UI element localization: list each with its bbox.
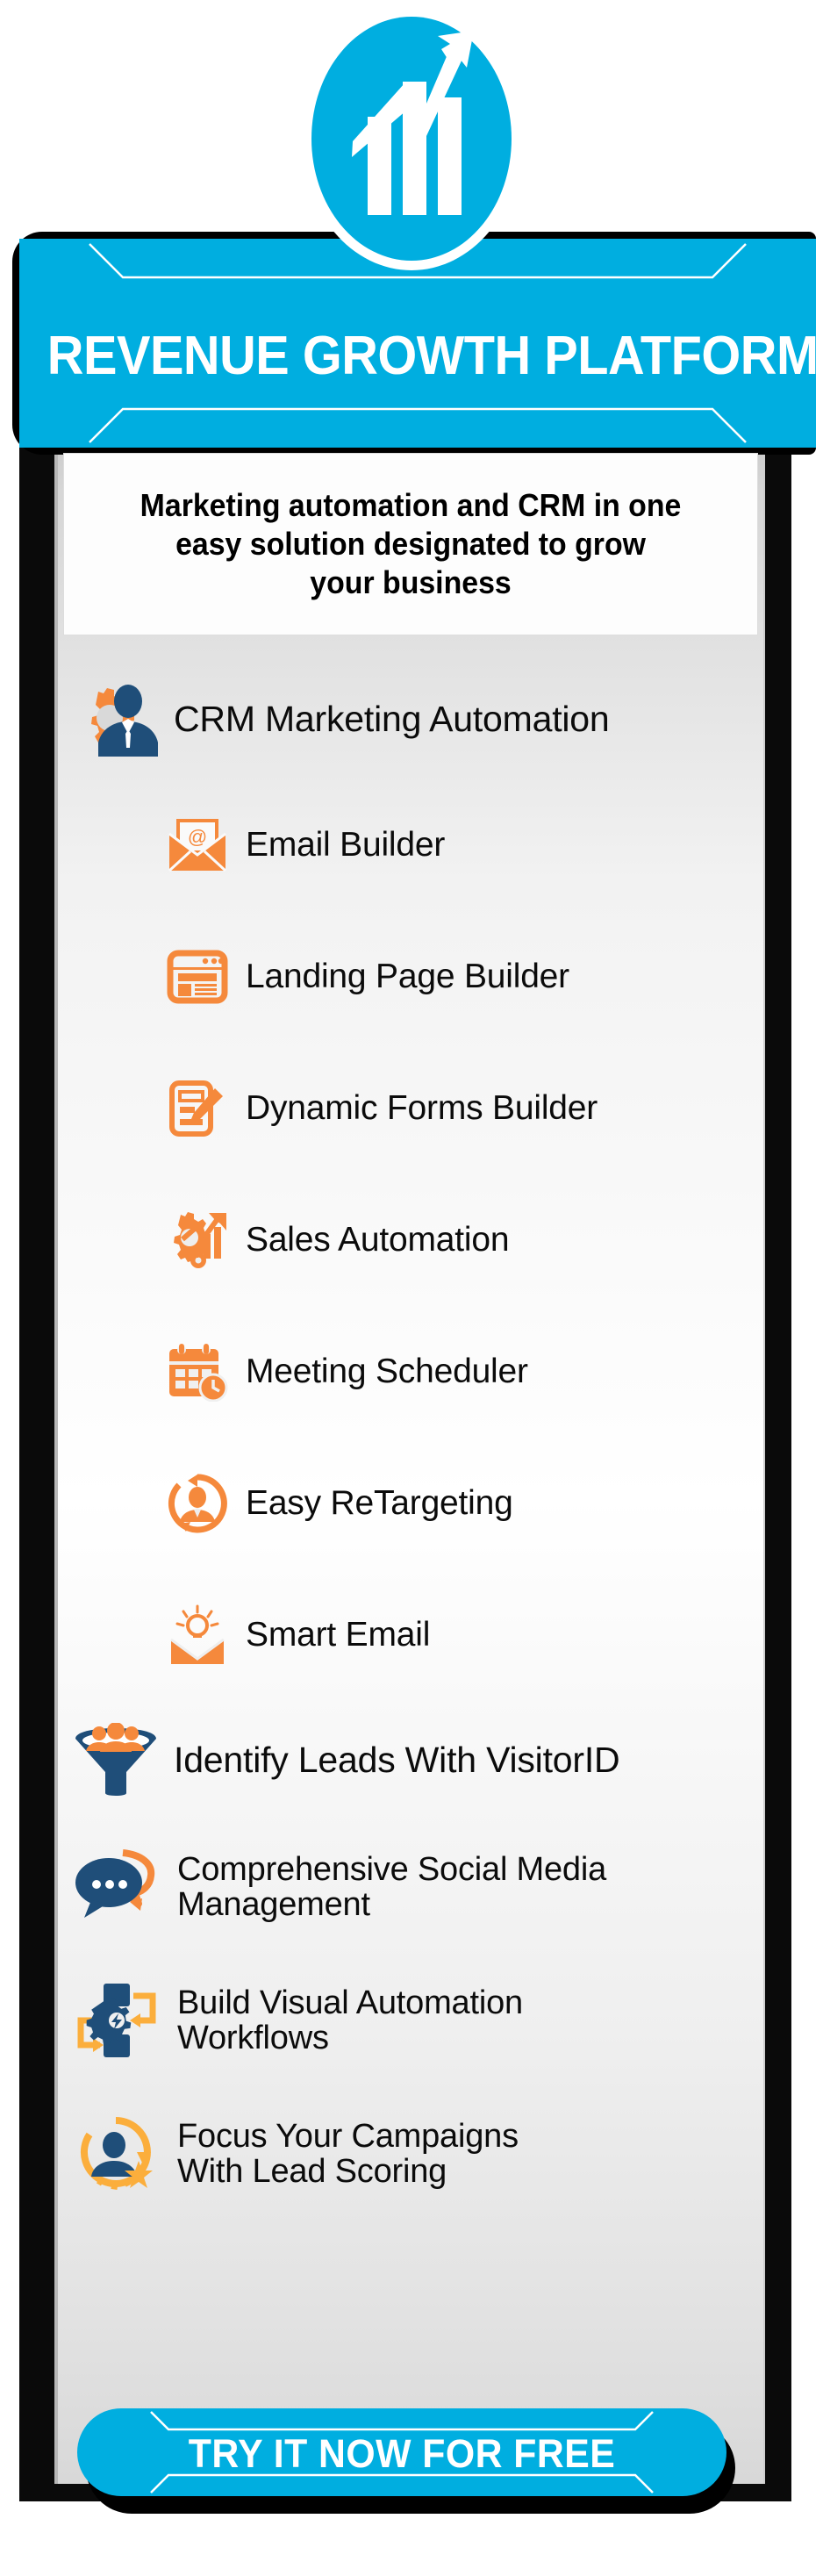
- sales-gears-chart-icon: [163, 1206, 232, 1274]
- feature-row[interactable]: Meeting Scheduler: [58, 1306, 762, 1438]
- subtitle-text: Marketing automation and CRM in one easy…: [140, 487, 682, 600]
- feature-label: Landing Page Builder: [246, 958, 569, 996]
- lead-scoring-star-person-icon: [70, 2112, 161, 2196]
- email-envelope-at-icon: @: [163, 811, 232, 879]
- page-title: REVENUE GROWTH PLATFORM: [47, 326, 819, 386]
- retargeting-person-loop-icon: [163, 1469, 232, 1538]
- feature-row[interactable]: Easy ReTargeting: [58, 1438, 762, 1569]
- feature-label: Smart Email: [246, 1616, 431, 1654]
- feature-label: Build Visual Automation Workflows: [177, 1984, 523, 2056]
- calendar-clock-icon: [163, 1338, 232, 1406]
- feature-label: Identify Leads With VisitorID: [174, 1740, 620, 1781]
- subtitle-card: Marketing automation and CRM in one easy…: [63, 453, 758, 635]
- feature-label: Comprehensive Social Media Management: [177, 1850, 607, 1923]
- form-pencil-icon: [163, 1074, 232, 1143]
- feature-row[interactable]: Comprehensive Social Media Management: [58, 1820, 762, 1954]
- crm-gear-person-icon: [70, 679, 161, 760]
- logo-disc: [311, 17, 512, 261]
- feature-row[interactable]: Build Visual Automation Workflows: [58, 1954, 762, 2087]
- brand-logo: [302, 7, 521, 270]
- feature-label: Email Builder: [246, 826, 446, 865]
- svg-text:@: @: [188, 826, 207, 848]
- feature-row[interactable]: Identify Leads With VisitorID: [58, 1701, 762, 1820]
- growth-bar-chart-arrow-icon: [352, 31, 474, 215]
- feature-label: Meeting Scheduler: [246, 1353, 528, 1391]
- feature-row[interactable]: Landing Page Builder: [58, 911, 762, 1043]
- cta-label: TRY IT NOW FOR FREE: [188, 2431, 616, 2476]
- feature-row[interactable]: Focus Your Campaigns With Lead Scoring: [58, 2087, 762, 2221]
- feature-row[interactable]: CRM Marketing Automation: [58, 660, 762, 779]
- feature-label: Focus Your Campaigns With Lead Scoring: [177, 2117, 519, 2190]
- feature-row[interactable]: Dynamic Forms Builder: [58, 1043, 762, 1174]
- infographic-poster: REVENUE GROWTH PLATFORM Marketing automa…: [0, 0, 823, 2576]
- feature-row[interactable]: @ Email Builder: [58, 779, 762, 911]
- social-chat-bubble-icon: [70, 1845, 161, 1929]
- landing-page-browser-icon: [163, 943, 232, 1011]
- try-it-now-button[interactable]: TRY IT NOW FOR FREE: [77, 2408, 726, 2496]
- feature-row[interactable]: Smart Email: [58, 1569, 762, 1701]
- feature-list: CRM Marketing Automation @ Email Builder: [58, 660, 762, 2221]
- feature-label: Sales Automation: [246, 1221, 510, 1259]
- feature-label: CRM Marketing Automation: [174, 699, 610, 740]
- feature-label: Easy ReTargeting: [246, 1484, 513, 1523]
- smart-email-bulb-icon: [163, 1601, 232, 1669]
- feature-row[interactable]: Sales Automation: [58, 1174, 762, 1306]
- lead-funnel-people-icon: [70, 1720, 161, 1801]
- feature-label: Dynamic Forms Builder: [246, 1089, 598, 1128]
- workflow-gear-arrows-icon: [70, 1978, 161, 2063]
